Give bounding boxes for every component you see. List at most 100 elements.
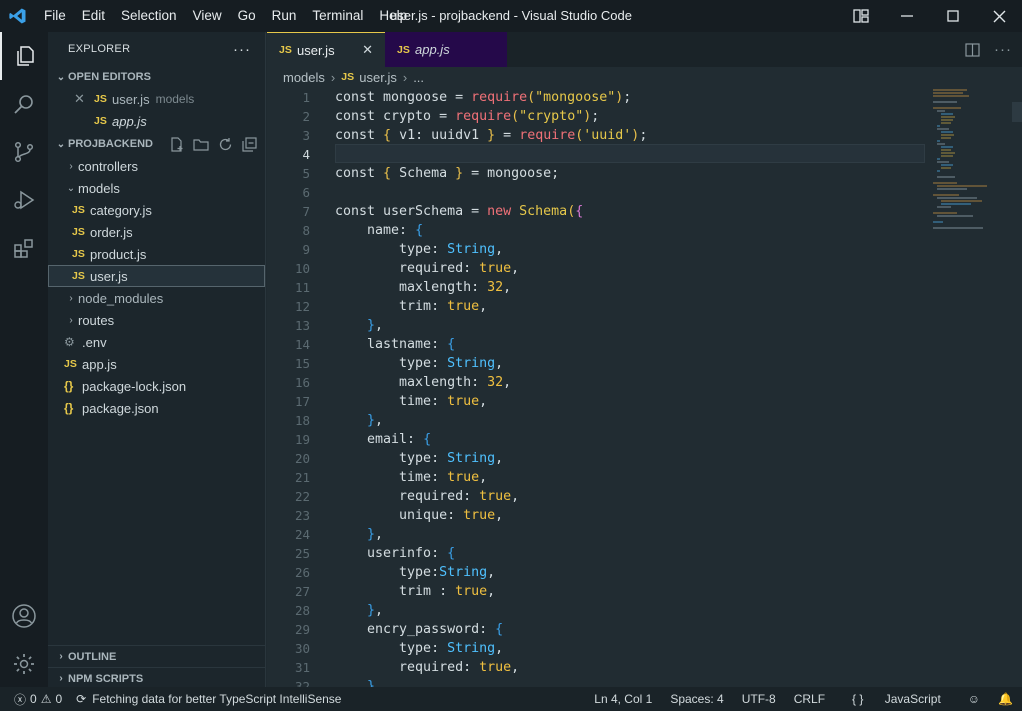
folder-node-modules[interactable]: › node_modules xyxy=(48,287,265,309)
js-file-icon: JS xyxy=(279,44,292,56)
npm-scripts-section[interactable]: › NPM SCRIPTS xyxy=(48,667,265,689)
source-control-icon[interactable] xyxy=(0,128,48,176)
menu-file[interactable]: File xyxy=(36,0,74,32)
cursor-position[interactable]: Ln 4, Col 1 xyxy=(585,692,661,706)
encoding[interactable]: UTF-8 xyxy=(733,692,785,706)
line-number: 4 xyxy=(302,147,310,162)
indentation[interactable]: Spaces: 4 xyxy=(661,692,732,706)
language-mode[interactable]: { } JavaScript xyxy=(834,692,959,706)
line-number: 5 xyxy=(302,166,310,181)
refresh-icon[interactable] xyxy=(218,137,233,152)
folder-controllers[interactable]: › controllers xyxy=(48,155,265,177)
line-number: 8 xyxy=(302,223,310,238)
code-line: 31 required: true, xyxy=(267,658,927,677)
new-folder-icon[interactable] xyxy=(193,137,209,152)
line-number: 20 xyxy=(294,451,310,466)
minimize-icon[interactable] xyxy=(884,0,930,32)
breadcrumb-file[interactable]: user.js xyxy=(359,70,397,85)
file-package-lock[interactable]: {} package-lock.json xyxy=(48,375,265,397)
line-ending[interactable]: CRLF xyxy=(785,692,834,706)
menu-view[interactable]: View xyxy=(185,0,230,32)
explorer-icon[interactable] xyxy=(0,32,48,80)
line-number: 18 xyxy=(294,413,310,428)
tab-user-js[interactable]: JS user.js ✕ xyxy=(267,32,385,67)
search-icon[interactable] xyxy=(0,80,48,128)
menu-edit[interactable]: Edit xyxy=(74,0,113,32)
file-label: order.js xyxy=(90,224,133,240)
warning-count: 0 xyxy=(55,692,63,706)
gear-icon: ⚙ xyxy=(64,335,75,349)
code-line: 22 required: true, xyxy=(267,487,927,506)
breadcrumb-folder[interactable]: models xyxy=(283,70,325,85)
close-tab-icon[interactable]: ✕ xyxy=(362,42,373,58)
close-window-icon[interactable] xyxy=(976,0,1022,32)
file-label: package.json xyxy=(82,400,159,416)
line-number: 7 xyxy=(302,204,310,219)
line-number: 28 xyxy=(294,603,310,618)
extensions-icon[interactable] xyxy=(0,224,48,272)
file-user[interactable]: JS user.js xyxy=(48,265,265,287)
code-line: 21 time: true, xyxy=(267,468,927,487)
notifications-bell-icon[interactable]: 🔔 xyxy=(989,692,1022,706)
file-label: package-lock.json xyxy=(82,378,187,394)
breadcrumb-more[interactable]: ... xyxy=(413,70,424,85)
language-label: JavaScript xyxy=(884,692,941,706)
outline-section[interactable]: › OUTLINE xyxy=(48,645,265,667)
code-editor[interactable]: 1 const mongoose = require("mongoose"); 2… xyxy=(267,87,1022,687)
warning-icon: ⚠ xyxy=(40,692,52,706)
more-actions-icon[interactable]: ··· xyxy=(233,41,251,58)
menu-help[interactable]: Help xyxy=(371,0,415,32)
code-line: 24 }, xyxy=(267,525,927,544)
file-package[interactable]: {} package.json xyxy=(48,397,265,419)
code-line: 32 }, xyxy=(267,677,927,687)
open-editor-label: app.js xyxy=(112,113,147,129)
close-icon[interactable]: ✕ xyxy=(74,91,94,107)
collapse-all-icon[interactable] xyxy=(242,136,257,152)
maximize-icon[interactable] xyxy=(930,0,976,32)
more-actions-icon[interactable]: ··· xyxy=(994,41,1012,58)
settings-gear-icon[interactable] xyxy=(0,640,48,688)
open-editor-item-user[interactable]: ✕ JS user.js models xyxy=(48,88,265,110)
account-icon[interactable] xyxy=(0,592,48,640)
file-label: category.js xyxy=(90,202,152,218)
line-number: 11 xyxy=(294,280,310,295)
chevron-right-icon: › xyxy=(402,69,408,85)
open-editor-item-app[interactable]: JS app.js xyxy=(48,110,265,132)
layout-icon[interactable] xyxy=(838,0,884,32)
menu-selection[interactable]: Selection xyxy=(113,0,185,32)
file-product[interactable]: JS product.js xyxy=(48,243,265,265)
menu-terminal[interactable]: Terminal xyxy=(304,0,371,32)
status-right: Ln 4, Col 1 Spaces: 4 UTF-8 CRLF { } Jav… xyxy=(585,687,1022,711)
menu-run[interactable]: Run xyxy=(264,0,305,32)
file-label: user.js xyxy=(90,268,128,284)
chevron-right-icon: › xyxy=(59,651,63,662)
menu-go[interactable]: Go xyxy=(230,0,264,32)
code-line: 13 }, xyxy=(267,316,927,335)
line-number: 29 xyxy=(294,622,310,637)
line-number: 16 xyxy=(294,375,310,390)
feedback-icon[interactable]: ☺ xyxy=(959,692,989,706)
project-section[interactable]: ⌄ PROJBACKEND xyxy=(48,133,265,155)
js-file-icon: JS xyxy=(72,270,85,282)
line-number: 25 xyxy=(294,546,310,561)
problems-indicator[interactable]: ⓧ 0 ⚠ 0 xyxy=(14,691,62,708)
line-number: 9 xyxy=(302,242,310,257)
new-file-icon[interactable] xyxy=(169,136,184,152)
file-order[interactable]: JS order.js xyxy=(48,221,265,243)
minimap[interactable] xyxy=(927,87,1012,247)
file-category[interactable]: JS category.js xyxy=(48,199,265,221)
line-number: 12 xyxy=(294,299,310,314)
file-env[interactable]: ⚙ .env xyxy=(48,331,265,353)
split-editor-icon[interactable] xyxy=(965,42,980,57)
file-app[interactable]: JS app.js xyxy=(48,353,265,375)
tab-app-js[interactable]: JS app.js xyxy=(385,32,507,67)
folder-label: node_modules xyxy=(78,290,164,306)
run-debug-icon[interactable] xyxy=(0,176,48,224)
vertical-scrollbar[interactable] xyxy=(1012,102,1022,122)
explorer-header: EXPLORER ··· xyxy=(48,32,265,66)
folder-models[interactable]: ⌄ models xyxy=(48,177,265,199)
folder-label: routes xyxy=(78,312,115,328)
open-editors-section[interactable]: ⌄ OPEN EDITORS xyxy=(48,66,265,88)
js-file-icon: JS xyxy=(94,115,107,127)
folder-routes[interactable]: › routes xyxy=(48,309,265,331)
